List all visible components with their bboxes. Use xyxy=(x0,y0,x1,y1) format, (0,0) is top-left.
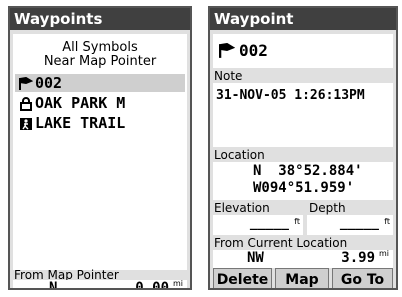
waypoint-list-panel: All Symbols Near Map Pointer 002 OAK PAR… xyxy=(13,34,187,270)
longitude: W094°51.959' xyxy=(253,180,355,196)
elevation-value: _____ xyxy=(249,216,289,231)
location-label: Location xyxy=(214,148,265,162)
waypoint-name: OAK PARK M xyxy=(35,94,126,112)
delete-button[interactable]: Delete xyxy=(213,268,272,288)
list-item[interactable]: LAKE TRAIL xyxy=(15,114,185,132)
go-to-button[interactable]: Go To xyxy=(332,268,393,288)
distance-value: 0.00 xyxy=(135,280,169,290)
flag-icon[interactable] xyxy=(219,42,236,63)
map-button[interactable]: Map xyxy=(275,268,329,288)
depth-field[interactable]: _____ ft xyxy=(307,215,393,235)
latitude: N 38°52.884' xyxy=(253,163,363,179)
trail-icon xyxy=(19,116,33,135)
waypoint-name: LAKE TRAIL xyxy=(35,114,126,132)
note-label: Note xyxy=(214,69,243,83)
elevation-field[interactable]: _____ ft xyxy=(213,215,303,235)
elevation-unit: ft xyxy=(294,217,300,226)
note-field[interactable]: 31-NOV-05 1:26:13PM xyxy=(213,83,393,147)
waypoints-screen: Waypoints All Symbols Near Map Pointer 0… xyxy=(8,6,192,290)
filter-near[interactable]: Near Map Pointer xyxy=(13,54,187,69)
bearing-direction: NW xyxy=(247,250,264,266)
waypoint-name: 002 xyxy=(35,74,63,92)
screen-title: Waypoints xyxy=(10,8,190,30)
list-item[interactable]: OAK PARK M xyxy=(15,94,185,112)
from-map-pointer-panel: N 0.00 mi xyxy=(13,279,187,290)
flag-icon xyxy=(19,76,34,95)
list-item[interactable]: 002 xyxy=(15,74,185,92)
depth-value: _____ xyxy=(339,216,379,231)
depth-unit: ft xyxy=(384,217,390,226)
note-text: 31-NOV-05 1:26:13PM xyxy=(216,88,365,103)
filter-symbols[interactable]: All Symbols xyxy=(13,40,187,55)
distance-unit: mi xyxy=(378,249,389,258)
location-field[interactable]: N 38°52.884' W094°51.959' xyxy=(213,162,393,200)
depth-label: Depth xyxy=(309,201,346,215)
waypoint-detail-screen: Waypoint 002 Note 31-NOV-05 1:26:13PM Lo… xyxy=(208,6,398,290)
lock-icon xyxy=(19,96,33,115)
elevation-label: Elevation xyxy=(214,201,270,215)
waypoint-name-field[interactable]: 002 xyxy=(239,41,268,60)
bearing-direction: N xyxy=(49,280,58,290)
distance-value: 3.99 xyxy=(341,250,375,266)
screen-title: Waypoint xyxy=(210,8,396,30)
from-current-location-panel: NW 3.99 mi xyxy=(213,250,393,268)
distance-unit: mi xyxy=(172,279,183,288)
from-current-location-label: From Current Location xyxy=(214,236,348,250)
name-panel[interactable]: 002 xyxy=(213,34,393,68)
